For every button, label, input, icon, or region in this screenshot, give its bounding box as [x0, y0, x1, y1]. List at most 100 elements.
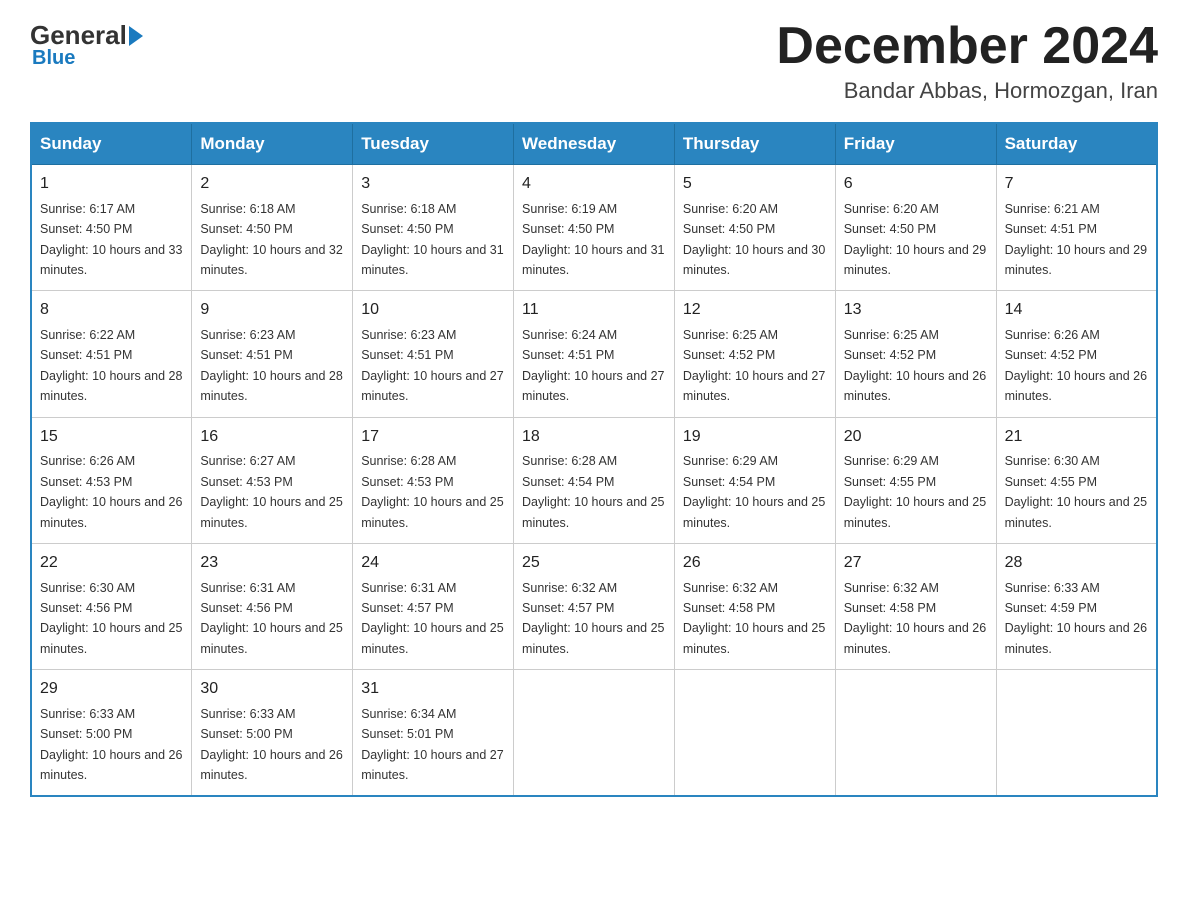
- day-number: 1: [40, 172, 183, 197]
- calendar-cell: 16 Sunrise: 6:27 AMSunset: 4:53 PMDayligh…: [192, 417, 353, 543]
- day-number: 3: [361, 172, 505, 197]
- day-info: Sunrise: 6:33 AMSunset: 5:00 PMDaylight:…: [40, 707, 182, 782]
- day-number: 11: [522, 298, 666, 323]
- day-number: 25: [522, 551, 666, 576]
- calendar-cell: 14Sunrise: 6:26 AMSunset: 4:52 PMDayligh…: [996, 291, 1157, 417]
- day-info: Sunrise: 6:29 AMSunset: 4:54 PMDaylight:…: [683, 454, 825, 529]
- calendar-cell: 6Sunrise: 6:20 AMSunset: 4:50 PMDaylight…: [835, 165, 996, 291]
- day-number: 20: [844, 425, 988, 450]
- day-number: 8: [40, 298, 183, 323]
- col-header-tuesday: Tuesday: [353, 123, 514, 165]
- day-info: Sunrise: 6:18 AMSunset: 4:50 PMDaylight:…: [361, 202, 503, 277]
- logo-blue-text: Blue: [32, 47, 75, 70]
- page-header: General Blue December 2024 Bandar Abbas,…: [30, 20, 1158, 104]
- col-header-monday: Monday: [192, 123, 353, 165]
- week-row-3: 15 Sunrise: 6:26 AMSunset: 4:53 PMDayligh…: [31, 417, 1157, 543]
- day-info: Sunrise: 6:17 AMSunset: 4:50 PMDaylight:…: [40, 202, 182, 277]
- day-number: 15: [40, 425, 183, 450]
- day-number: 16: [200, 425, 344, 450]
- calendar-cell: 9 Sunrise: 6:23 AMSunset: 4:51 PMDaylight…: [192, 291, 353, 417]
- month-title: December 2024: [776, 20, 1158, 72]
- day-number: 2: [200, 172, 344, 197]
- day-info: Sunrise: 6:33 AMSunset: 4:59 PMDaylight:…: [1005, 581, 1147, 656]
- calendar-cell: 1 Sunrise: 6:17 AMSunset: 4:50 PMDaylight…: [31, 165, 192, 291]
- calendar-cell: 17Sunrise: 6:28 AMSunset: 4:53 PMDayligh…: [353, 417, 514, 543]
- day-number: 7: [1005, 172, 1148, 197]
- day-number: 24: [361, 551, 505, 576]
- day-info: Sunrise: 6:25 AMSunset: 4:52 PMDaylight:…: [683, 328, 825, 403]
- calendar-cell: 28 Sunrise: 6:33 AMSunset: 4:59 PMDayligh…: [996, 543, 1157, 669]
- day-info: Sunrise: 6:32 AMSunset: 4:57 PMDaylight:…: [522, 581, 664, 656]
- calendar-cell: 18 Sunrise: 6:28 AMSunset: 4:54 PMDayligh…: [514, 417, 675, 543]
- day-number: 18: [522, 425, 666, 450]
- day-info: Sunrise: 6:32 AMSunset: 4:58 PMDaylight:…: [683, 581, 825, 656]
- week-row-4: 22Sunrise: 6:30 AMSunset: 4:56 PMDayligh…: [31, 543, 1157, 669]
- week-row-2: 8 Sunrise: 6:22 AMSunset: 4:51 PMDaylight…: [31, 291, 1157, 417]
- day-info: Sunrise: 6:28 AMSunset: 4:54 PMDaylight:…: [522, 454, 664, 529]
- calendar-cell: 8 Sunrise: 6:22 AMSunset: 4:51 PMDaylight…: [31, 291, 192, 417]
- week-row-5: 29 Sunrise: 6:33 AMSunset: 5:00 PMDayligh…: [31, 670, 1157, 797]
- day-info: Sunrise: 6:34 AMSunset: 5:01 PMDaylight:…: [361, 707, 503, 782]
- calendar-cell: [674, 670, 835, 797]
- day-info: Sunrise: 6:22 AMSunset: 4:51 PMDaylight:…: [40, 328, 182, 403]
- day-number: 28: [1005, 551, 1148, 576]
- calendar-cell: 27Sunrise: 6:32 AMSunset: 4:58 PMDayligh…: [835, 543, 996, 669]
- calendar-cell: 21 Sunrise: 6:30 AMSunset: 4:55 PMDayligh…: [996, 417, 1157, 543]
- day-info: Sunrise: 6:27 AMSunset: 4:53 PMDaylight:…: [200, 454, 342, 529]
- day-number: 21: [1005, 425, 1148, 450]
- day-info: Sunrise: 6:19 AMSunset: 4:50 PMDaylight:…: [522, 202, 664, 277]
- calendar-cell: 23 Sunrise: 6:31 AMSunset: 4:56 PMDayligh…: [192, 543, 353, 669]
- day-number: 4: [522, 172, 666, 197]
- day-info: Sunrise: 6:29 AMSunset: 4:55 PMDaylight:…: [844, 454, 986, 529]
- col-header-friday: Friday: [835, 123, 996, 165]
- day-info: Sunrise: 6:33 AMSunset: 5:00 PMDaylight:…: [200, 707, 342, 782]
- calendar-cell: 11Sunrise: 6:24 AMSunset: 4:51 PMDayligh…: [514, 291, 675, 417]
- calendar-cell: 7 Sunrise: 6:21 AMSunset: 4:51 PMDaylight…: [996, 165, 1157, 291]
- calendar-cell: 15 Sunrise: 6:26 AMSunset: 4:53 PMDayligh…: [31, 417, 192, 543]
- week-row-1: 1 Sunrise: 6:17 AMSunset: 4:50 PMDaylight…: [31, 165, 1157, 291]
- calendar-cell: 10 Sunrise: 6:23 AMSunset: 4:51 PMDayligh…: [353, 291, 514, 417]
- col-header-saturday: Saturday: [996, 123, 1157, 165]
- day-number: 29: [40, 677, 183, 702]
- day-info: Sunrise: 6:21 AMSunset: 4:51 PMDaylight:…: [1005, 202, 1147, 277]
- day-info: Sunrise: 6:32 AMSunset: 4:58 PMDaylight:…: [844, 581, 986, 656]
- day-info: Sunrise: 6:23 AMSunset: 4:51 PMDaylight:…: [200, 328, 342, 403]
- day-number: 19: [683, 425, 827, 450]
- day-number: 13: [844, 298, 988, 323]
- day-number: 12: [683, 298, 827, 323]
- day-info: Sunrise: 6:31 AMSunset: 4:56 PMDaylight:…: [200, 581, 342, 656]
- col-header-sunday: Sunday: [31, 123, 192, 165]
- day-number: 9: [200, 298, 344, 323]
- day-number: 30: [200, 677, 344, 702]
- calendar-cell: 4 Sunrise: 6:19 AMSunset: 4:50 PMDaylight…: [514, 165, 675, 291]
- calendar-cell: 25 Sunrise: 6:32 AMSunset: 4:57 PMDayligh…: [514, 543, 675, 669]
- day-info: Sunrise: 6:28 AMSunset: 4:53 PMDaylight:…: [361, 454, 503, 529]
- calendar-cell: 26 Sunrise: 6:32 AMSunset: 4:58 PMDayligh…: [674, 543, 835, 669]
- calendar-cell: 12 Sunrise: 6:25 AMSunset: 4:52 PMDayligh…: [674, 291, 835, 417]
- day-info: Sunrise: 6:18 AMSunset: 4:50 PMDaylight:…: [200, 202, 342, 277]
- calendar-cell: 29 Sunrise: 6:33 AMSunset: 5:00 PMDayligh…: [31, 670, 192, 797]
- calendar-cell: 13Sunrise: 6:25 AMSunset: 4:52 PMDayligh…: [835, 291, 996, 417]
- calendar-cell: [996, 670, 1157, 797]
- logo: General Blue: [30, 20, 145, 70]
- calendar-table: SundayMondayTuesdayWednesdayThursdayFrid…: [30, 122, 1158, 797]
- calendar-cell: 19 Sunrise: 6:29 AMSunset: 4:54 PMDayligh…: [674, 417, 835, 543]
- calendar-cell: 30 Sunrise: 6:33 AMSunset: 5:00 PMDayligh…: [192, 670, 353, 797]
- logo-arrow-icon: [129, 26, 143, 46]
- calendar-cell: 2 Sunrise: 6:18 AMSunset: 4:50 PMDaylight…: [192, 165, 353, 291]
- col-header-thursday: Thursday: [674, 123, 835, 165]
- day-number: 26: [683, 551, 827, 576]
- day-info: Sunrise: 6:30 AMSunset: 4:56 PMDaylight:…: [40, 581, 182, 656]
- day-number: 31: [361, 677, 505, 702]
- calendar-cell: 24 Sunrise: 6:31 AMSunset: 4:57 PMDayligh…: [353, 543, 514, 669]
- day-info: Sunrise: 6:30 AMSunset: 4:55 PMDaylight:…: [1005, 454, 1147, 529]
- day-info: Sunrise: 6:23 AMSunset: 4:51 PMDaylight:…: [361, 328, 503, 403]
- calendar-cell: [835, 670, 996, 797]
- calendar-cell: 5Sunrise: 6:20 AMSunset: 4:50 PMDaylight…: [674, 165, 835, 291]
- day-info: Sunrise: 6:20 AMSunset: 4:50 PMDaylight:…: [844, 202, 986, 277]
- day-number: 10: [361, 298, 505, 323]
- day-info: Sunrise: 6:26 AMSunset: 4:53 PMDaylight:…: [40, 454, 182, 529]
- day-info: Sunrise: 6:31 AMSunset: 4:57 PMDaylight:…: [361, 581, 503, 656]
- day-number: 23: [200, 551, 344, 576]
- day-number: 5: [683, 172, 827, 197]
